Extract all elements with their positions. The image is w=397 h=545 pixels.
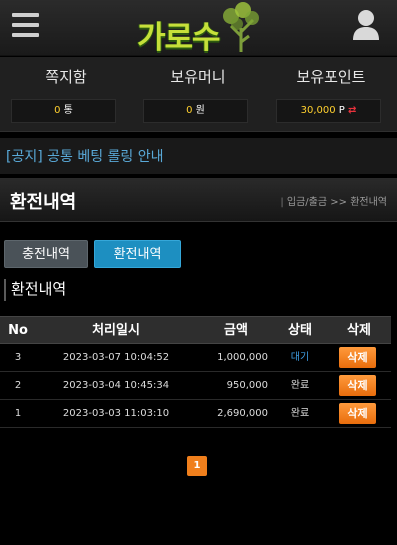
page-title-bar: 환전내역 | 입금/출금 >> 환전내역 xyxy=(0,178,397,222)
breadcrumb-separator: | xyxy=(280,197,284,208)
breadcrumb: | 입금/출금 >> 환전내역 xyxy=(280,193,387,208)
wallet-messages[interactable]: 쪽지함 0 통 xyxy=(0,57,132,132)
table-header: No 처리일시 금액 상태 삭제 xyxy=(0,316,391,344)
delete-button[interactable]: 삭제 xyxy=(339,347,376,368)
tab-withdraw-history[interactable]: 환전내역 xyxy=(94,240,181,268)
header-delete: 삭제 xyxy=(347,323,371,338)
row-no: 3 xyxy=(14,352,22,363)
user-icon[interactable] xyxy=(352,9,380,41)
wallet-value-messages: 0 통 xyxy=(11,99,116,123)
row-amount: 2,690,000 xyxy=(217,408,268,419)
header-status: 상태 xyxy=(288,323,312,338)
menu-icon[interactable] xyxy=(12,13,39,37)
row-no: 2 xyxy=(14,380,22,391)
points-amount: 30,000 xyxy=(300,105,336,116)
row-amount: 950,000 xyxy=(226,380,268,391)
row-status: 대기 xyxy=(290,352,310,363)
table-row: 1 2023-03-03 11:03:10 2,690,000 완료 삭제 xyxy=(0,400,391,428)
delete-button[interactable]: 삭제 xyxy=(339,375,376,396)
breadcrumb-parent[interactable]: 입금/출금 xyxy=(287,197,327,208)
wallet-value-points: 30,000 P ⇄ xyxy=(276,99,381,123)
wallet-bar: 쪽지함 0 통 보유머니 0 원 보유포인트 30,000 P ⇄ xyxy=(0,57,397,132)
wallet-label-messages: 쪽지함 xyxy=(45,68,87,86)
header-no: No xyxy=(8,323,28,338)
top-header: 가로수 xyxy=(0,0,397,56)
wallet-label-money: 보유머니 xyxy=(170,68,226,86)
breadcrumb-arrow: >> xyxy=(330,197,347,208)
points-unit: P xyxy=(338,105,345,116)
delete-button[interactable]: 삭제 xyxy=(339,403,376,424)
logo-text: 가로수 xyxy=(137,20,221,56)
page-button-current[interactable]: 1 xyxy=(187,456,207,476)
messages-unit: 통 xyxy=(63,105,73,116)
wallet-label-points: 보유포인트 xyxy=(296,68,366,86)
header-date: 처리일시 xyxy=(92,323,140,338)
row-date: 2023-03-04 10:45:34 xyxy=(62,380,170,391)
site-logo[interactable]: 가로수 xyxy=(133,2,263,56)
row-amount: 1,000,000 xyxy=(217,352,268,363)
messages-count: 0 xyxy=(54,105,61,116)
table-row: 3 2023-03-07 10:04:52 1,000,000 대기 삭제 xyxy=(0,344,391,372)
row-date: 2023-03-07 10:04:52 xyxy=(62,352,170,363)
row-status: 완료 xyxy=(290,380,310,391)
header-amount: 금액 xyxy=(224,323,248,338)
page-title: 환전내역 xyxy=(10,192,77,213)
tab-deposit-history[interactable]: 충전내역 xyxy=(4,240,88,268)
row-date: 2023-03-03 11:03:10 xyxy=(62,408,170,419)
notice-bar[interactable]: [공지] 공통 베팅 롤링 안내 xyxy=(0,138,397,174)
notice-text[interactable]: [공지] 공통 베팅 롤링 안내 xyxy=(6,146,164,166)
row-status: 완료 xyxy=(290,408,310,419)
row-no: 1 xyxy=(14,408,22,419)
wallet-value-money: 0 원 xyxy=(143,99,248,123)
tree-icon xyxy=(223,2,259,52)
wallet-money[interactable]: 보유머니 0 원 xyxy=(132,57,264,132)
breadcrumb-current: 환전내역 xyxy=(350,197,387,208)
table-row: 2 2023-03-04 10:45:34 950,000 완료 삭제 xyxy=(0,372,391,400)
wallet-points[interactable]: 보유포인트 30,000 P ⇄ xyxy=(265,57,397,132)
section-title: 환전내역 xyxy=(4,279,66,301)
money-unit: 원 xyxy=(195,105,205,116)
points-convert-icon[interactable]: ⇄ xyxy=(348,105,356,116)
money-amount: 0 xyxy=(186,105,193,116)
